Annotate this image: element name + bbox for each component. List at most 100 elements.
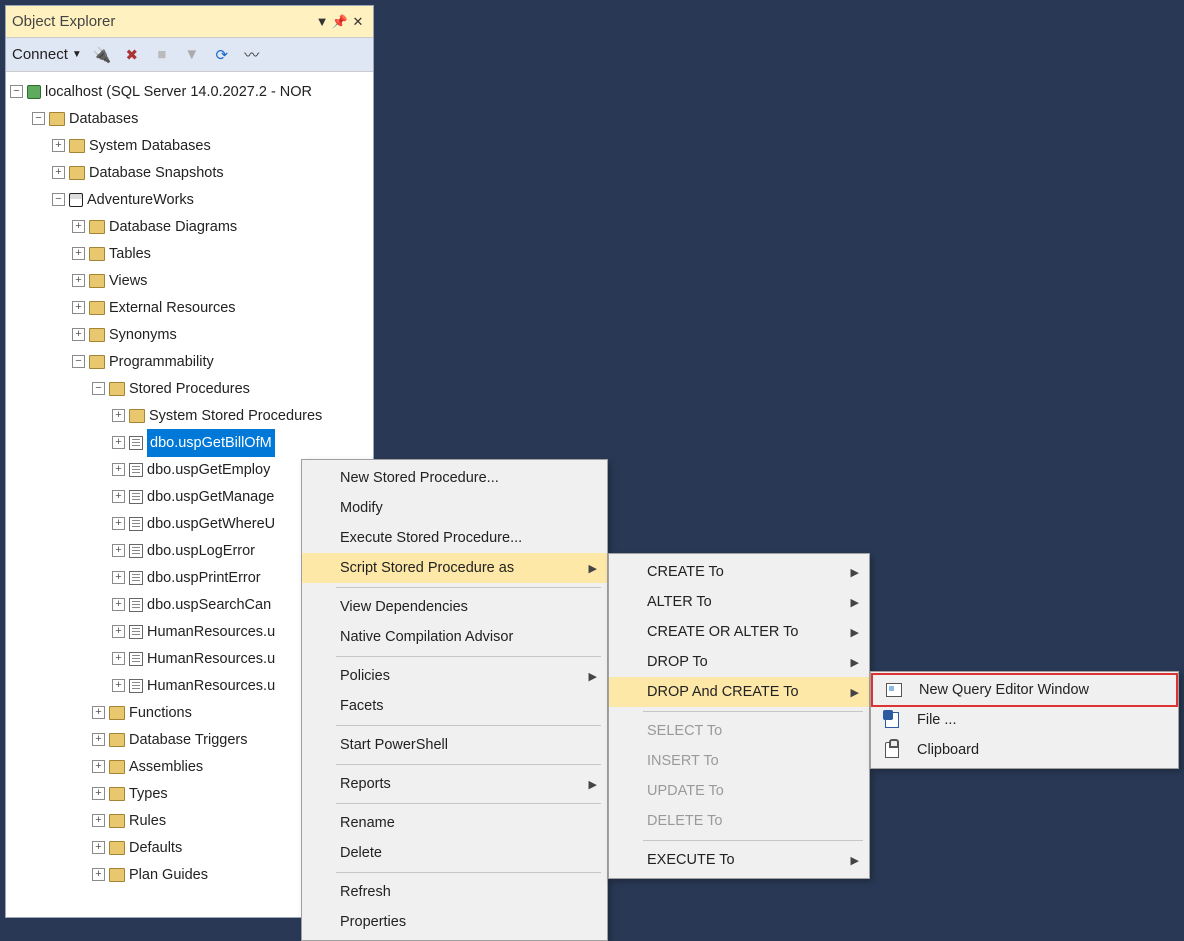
- expander[interactable]: +: [72, 247, 85, 260]
- expander[interactable]: +: [92, 760, 105, 773]
- expander[interactable]: +: [112, 625, 125, 638]
- label: Rules: [129, 808, 166, 834]
- expander[interactable]: +: [72, 328, 85, 341]
- menu-create-or-alter-to[interactable]: CREATE OR ALTER To▶: [609, 617, 869, 647]
- expander[interactable]: +: [112, 598, 125, 611]
- menu-start-ps[interactable]: Start PowerShell: [302, 730, 607, 760]
- menu-create-to[interactable]: CREATE To▶: [609, 557, 869, 587]
- disconnect-icon[interactable]: ✖: [122, 46, 142, 64]
- label: Synonyms: [109, 322, 177, 348]
- menu-drop-to[interactable]: DROP To▶: [609, 647, 869, 677]
- expander[interactable]: −: [52, 193, 65, 206]
- label: Database Triggers: [129, 727, 247, 753]
- tree-adventureworks[interactable]: −AdventureWorks: [10, 186, 373, 213]
- menu-file[interactable]: File ...: [871, 705, 1178, 735]
- stop-icon[interactable]: ■: [152, 46, 172, 63]
- label: Start PowerShell: [340, 737, 448, 753]
- tree-system-sp[interactable]: +System Stored Procedures: [10, 402, 373, 429]
- menu-new-query-editor[interactable]: New Query Editor Window: [871, 673, 1178, 707]
- expander[interactable]: +: [72, 301, 85, 314]
- expander[interactable]: +: [112, 409, 125, 422]
- tree-database-snapshots[interactable]: +Database Snapshots: [10, 159, 373, 186]
- activity-icon[interactable]: 〰: [242, 44, 262, 65]
- label: Views: [109, 268, 147, 294]
- expander[interactable]: −: [92, 382, 105, 395]
- label: Stored Procedures: [129, 376, 250, 402]
- submenu-arrow-icon: ▶: [851, 854, 859, 867]
- expander[interactable]: +: [92, 868, 105, 881]
- file-icon: [881, 709, 903, 731]
- expander[interactable]: +: [92, 841, 105, 854]
- tree-databases[interactable]: −Databases: [10, 105, 373, 132]
- expander[interactable]: +: [52, 139, 65, 152]
- menu-view-deps[interactable]: View Dependencies: [302, 592, 607, 622]
- expander[interactable]: +: [112, 652, 125, 665]
- expander[interactable]: −: [10, 85, 23, 98]
- menu-execute-to[interactable]: EXECUTE To ▶: [609, 845, 869, 875]
- expander[interactable]: +: [92, 814, 105, 827]
- label: Properties: [340, 914, 406, 930]
- procedure-icon: [129, 544, 143, 558]
- menu-reports[interactable]: Reports▶: [302, 769, 607, 799]
- pin-icon[interactable]: 📌: [331, 14, 349, 30]
- folder-icon: [109, 787, 125, 801]
- menu-modify[interactable]: Modify: [302, 493, 607, 523]
- folder-icon: [89, 247, 105, 261]
- menu-refresh[interactable]: Refresh: [302, 877, 607, 907]
- expander[interactable]: +: [92, 787, 105, 800]
- expander[interactable]: +: [72, 274, 85, 287]
- menu-script-as[interactable]: Script Stored Procedure as▶: [302, 553, 607, 583]
- menu-new-sp[interactable]: New Stored Procedure...: [302, 463, 607, 493]
- submenu-arrow-icon: ▶: [851, 626, 859, 639]
- expander[interactable]: +: [52, 166, 65, 179]
- folder-icon: [49, 112, 65, 126]
- label: Defaults: [129, 835, 182, 861]
- refresh-icon[interactable]: ⟳: [212, 46, 232, 64]
- expander[interactable]: +: [112, 463, 125, 476]
- expander[interactable]: +: [112, 436, 125, 449]
- tree-tables[interactable]: +Tables: [10, 240, 373, 267]
- clipboard-icon: [881, 739, 903, 761]
- tree-external-resources[interactable]: +External Resources: [10, 294, 373, 321]
- tree-synonyms[interactable]: + Synonyms: [10, 321, 373, 348]
- menu-delete[interactable]: Delete: [302, 838, 607, 868]
- menu-rename[interactable]: Rename: [302, 808, 607, 838]
- expander[interactable]: +: [112, 517, 125, 530]
- menu-alter-to[interactable]: ALTER To▶: [609, 587, 869, 617]
- label: SELECT To: [647, 723, 722, 739]
- expander[interactable]: −: [72, 355, 85, 368]
- menu-clipboard[interactable]: Clipboard: [871, 735, 1178, 765]
- folder-icon: [109, 814, 125, 828]
- folder-icon: [109, 706, 125, 720]
- label: EXECUTE To: [647, 852, 735, 868]
- connect-button[interactable]: Connect ▼: [12, 46, 82, 63]
- menu-policies[interactable]: Policies▶: [302, 661, 607, 691]
- tree-server[interactable]: −localhost (SQL Server 14.0.2027.2 - NOR: [10, 78, 373, 105]
- folder-icon: [109, 868, 125, 882]
- menu-properties[interactable]: Properties: [302, 907, 607, 937]
- menu-drop-and-create-to[interactable]: DROP And CREATE To▶: [609, 677, 869, 707]
- menu-native-comp[interactable]: Native Compilation Advisor: [302, 622, 607, 652]
- tree-system-databases[interactable]: +System Databases: [10, 132, 373, 159]
- expander[interactable]: +: [72, 220, 85, 233]
- tree-stored-procedures[interactable]: − Stored Procedures: [10, 375, 373, 402]
- dropdown-icon[interactable]: ▼: [313, 14, 331, 29]
- close-icon[interactable]: ✕: [349, 14, 367, 30]
- expander[interactable]: +: [92, 733, 105, 746]
- expander[interactable]: −: [32, 112, 45, 125]
- expander[interactable]: +: [112, 571, 125, 584]
- tree-database-diagrams[interactable]: +Database Diagrams: [10, 213, 373, 240]
- connect-object-icon[interactable]: 🔌: [92, 46, 112, 64]
- menu-execute[interactable]: Execute Stored Procedure...: [302, 523, 607, 553]
- expander[interactable]: +: [92, 706, 105, 719]
- menu-facets[interactable]: Facets: [302, 691, 607, 721]
- tree-proc-bill[interactable]: +dbo.uspGetBillOfM: [10, 429, 373, 456]
- expander[interactable]: +: [112, 490, 125, 503]
- tree-views[interactable]: + Views: [10, 267, 373, 294]
- filter-icon[interactable]: ▼: [182, 46, 202, 63]
- expander[interactable]: +: [112, 679, 125, 692]
- label: Execute Stored Procedure...: [340, 530, 522, 546]
- label: Facets: [340, 698, 384, 714]
- tree-programmability[interactable]: −Programmability: [10, 348, 373, 375]
- expander[interactable]: +: [112, 544, 125, 557]
